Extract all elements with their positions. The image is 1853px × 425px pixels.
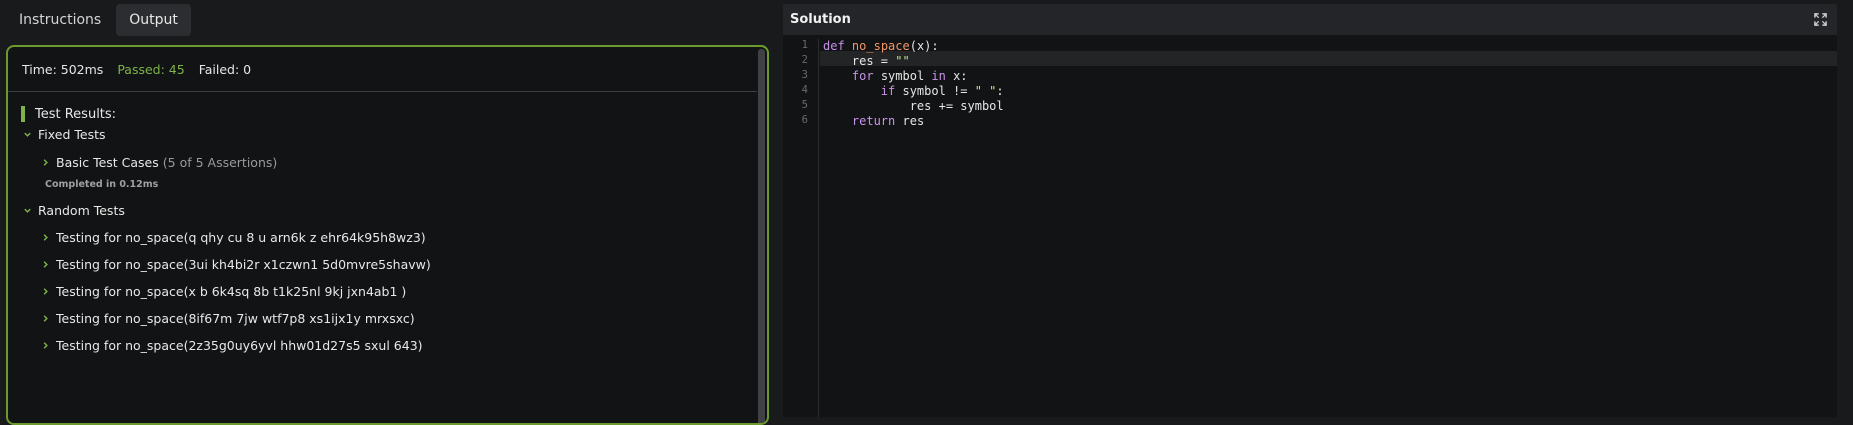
left-panel: Instructions Output Time: 502ms Passed: …: [0, 0, 778, 425]
basic-test-cases-label: Basic Test Cases: [56, 155, 159, 170]
keyword-return: return: [851, 114, 896, 128]
completed-time: Completed in 0.12ms: [45, 179, 159, 190]
chevron-right-icon: [39, 340, 51, 352]
random-test-label: Testing for no_space(q qhy cu 8 u arn6k …: [56, 230, 426, 245]
output-panel: Time: 502ms Passed: 45 Failed: 0 Test Re…: [6, 45, 769, 425]
random-test-label: Testing for no_space(2z35g0uy6yvl hhw01d…: [56, 338, 423, 353]
keyword-if: if: [880, 84, 896, 98]
line-number: 2: [801, 54, 808, 66]
random-test-label: Testing for no_space(x b 6k4sq 8b t1k25n…: [56, 284, 407, 299]
chevron-right-icon: [39, 259, 51, 271]
results-accent-bar: [21, 106, 25, 122]
basic-test-cases-item[interactable]: Basic Test Cases (5 of 5 Assertions): [39, 155, 277, 170]
keyword-for: for: [851, 69, 874, 83]
string-literal: " ": [974, 84, 997, 98]
assertions-count: (5 of 5 Assertions): [162, 155, 278, 170]
code-text: res: [895, 114, 925, 128]
code-text: symbol: [873, 69, 932, 83]
code-line-1: def no_space(x):: [823, 39, 939, 54]
function-params: (x):: [909, 39, 939, 53]
time-stat: Time: 502ms: [22, 61, 104, 77]
random-test-item[interactable]: Testing for no_space(x b 6k4sq 8b t1k25n…: [39, 284, 406, 299]
code-text: symbol !=: [895, 84, 975, 98]
failed-stat: Failed: 0: [198, 61, 252, 77]
line-number: 4: [801, 84, 808, 96]
fixed-tests-label: Fixed Tests: [38, 127, 106, 142]
chevron-right-icon: [39, 157, 51, 169]
code-text: x:: [945, 69, 968, 83]
function-name: no_space: [851, 39, 910, 53]
code-line-3: for symbol in x:: [823, 69, 968, 84]
line-number: 1: [801, 39, 808, 51]
chevron-right-icon: [39, 286, 51, 298]
code-line-2: res = "": [823, 54, 910, 69]
test-results-title: Test Results:: [35, 106, 117, 122]
random-tests-group[interactable]: Random Tests: [21, 203, 125, 218]
keyword-def: def: [823, 39, 845, 53]
fixed-tests-group[interactable]: Fixed Tests: [21, 127, 106, 142]
stats-bar: Time: 502ms Passed: 45 Failed: 0: [8, 47, 757, 92]
output-scrollbar[interactable]: [758, 49, 765, 423]
code-text: res += symbol: [823, 99, 1004, 113]
tab-instructions[interactable]: Instructions: [6, 4, 114, 36]
random-tests-label: Random Tests: [38, 203, 125, 218]
line-number: 6: [801, 114, 808, 126]
tab-output[interactable]: Output: [116, 4, 191, 36]
random-test-item[interactable]: Testing for no_space(2z35g0uy6yvl hhw01d…: [39, 338, 423, 353]
code-line-5: res += symbol: [823, 99, 1004, 114]
active-line-highlight: [820, 51, 1837, 66]
line-number-gutter: 1 2 3 4 5 6: [783, 39, 819, 417]
code-text: res =: [823, 54, 896, 68]
random-test-item[interactable]: Testing for no_space(q qhy cu 8 u arn6k …: [39, 230, 426, 245]
random-test-label: Testing for no_space(3ui kh4bi2r x1czwn1…: [56, 257, 431, 272]
code-line-4: if symbol != " ":: [823, 84, 1004, 99]
line-number: 5: [801, 99, 808, 111]
chevron-down-icon: [21, 129, 33, 141]
code-editor[interactable]: 1 2 3 4 5 6 def no_space(x): res = "" fo…: [783, 39, 1837, 417]
line-number: 3: [801, 69, 808, 81]
solution-panel: Solution 1 2 3 4 5 6 def no_space(x): re…: [783, 4, 1837, 417]
test-results-header: Test Results:: [21, 106, 116, 122]
code-text: :: [996, 84, 1004, 98]
random-test-item[interactable]: Testing for no_space(8if67m 7jw wtf7p8 x…: [39, 311, 415, 326]
string-literal: "": [895, 54, 910, 68]
expand-icon[interactable]: [1814, 13, 1827, 26]
random-test-label: Testing for no_space(8if67m 7jw wtf7p8 x…: [56, 311, 415, 326]
solution-header: Solution: [783, 4, 1837, 35]
code-line-6: return res: [823, 114, 924, 129]
random-test-item[interactable]: Testing for no_space(3ui kh4bi2r x1czwn1…: [39, 257, 431, 272]
chevron-down-icon: [21, 205, 33, 217]
chevron-right-icon: [39, 313, 51, 325]
tab-bar: Instructions Output: [6, 4, 191, 36]
chevron-right-icon: [39, 232, 51, 244]
keyword-in: in: [931, 69, 946, 83]
passed-stat: Passed: 45: [117, 61, 185, 77]
solution-title: Solution: [790, 12, 851, 27]
